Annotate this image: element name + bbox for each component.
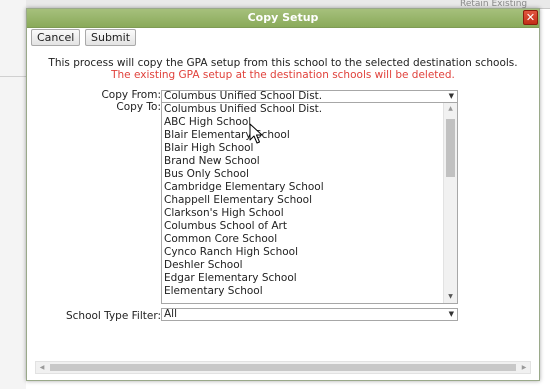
submit-button[interactable]: Submit — [85, 29, 137, 46]
list-item[interactable]: Blair Elementary School — [164, 129, 290, 142]
list-item[interactable]: Brand New School — [164, 155, 260, 168]
description-text: This process will copy the GPA setup fro… — [48, 57, 518, 69]
horizontal-scrollbar-thumb[interactable] — [50, 364, 516, 371]
list-item[interactable]: Edgar Elementary School — [164, 272, 297, 285]
copy-from-value: Columbus Unified School Dist. — [164, 90, 323, 102]
scroll-up-arrow-icon[interactable]: ▲ — [444, 103, 457, 115]
listbox-scrollbar[interactable]: ▲ ▼ — [443, 103, 457, 303]
list-item[interactable]: Clarkson's High School — [164, 207, 284, 220]
list-item[interactable]: Columbus Unified School Dist. — [164, 103, 322, 116]
dialog-titlebar[interactable]: Copy Setup ✕ — [27, 9, 539, 28]
list-item[interactable]: Elementary School — [164, 285, 263, 298]
cancel-button[interactable]: Cancel — [31, 29, 81, 46]
list-item[interactable]: Common Core School — [164, 233, 277, 246]
list-item[interactable]: Cambridge Elementary School — [164, 181, 324, 194]
mouse-pointer-icon — [249, 123, 263, 144]
school-type-filter-label: School Type Filter: — [65, 310, 161, 322]
scroll-down-arrow-icon[interactable]: ▼ — [444, 291, 457, 303]
list-item[interactable]: Bus Only School — [164, 168, 249, 181]
background-left-column — [0, 0, 26, 389]
scroll-right-arrow-icon[interactable]: ▶ — [518, 362, 530, 373]
copy-to-listbox[interactable]: Columbus Unified School Dist. ABC High S… — [161, 102, 458, 304]
background-left-divider — [0, 76, 26, 77]
background-ghost-text: Retain Existing — [460, 0, 528, 8]
list-item[interactable]: Cynco Ranch High School — [164, 246, 298, 259]
school-type-filter-value: All — [164, 308, 178, 320]
warning-text: The existing GPA setup at the destinatio… — [111, 69, 455, 81]
list-item[interactable]: ABC High School — [164, 116, 251, 129]
chevron-down-icon: ▼ — [448, 310, 454, 318]
close-icon: ✕ — [525, 11, 536, 24]
dialog-title: Copy Setup — [247, 11, 319, 24]
list-item[interactable]: Deshler School — [164, 259, 243, 272]
school-type-filter-select[interactable]: All ▼ — [161, 308, 458, 321]
chevron-down-icon: ▼ — [448, 92, 454, 100]
dialog-horizontal-scrollbar[interactable]: ◀ ▶ — [35, 361, 531, 374]
scrollbar-thumb[interactable] — [446, 119, 455, 177]
list-item[interactable]: Blair High School — [164, 142, 253, 155]
list-item[interactable]: Chappell Elementary School — [164, 194, 312, 207]
close-button[interactable]: ✕ — [523, 10, 538, 25]
copy-to-label: Copy To: — [116, 101, 161, 113]
scroll-left-arrow-icon[interactable]: ◀ — [36, 362, 48, 373]
list-item[interactable]: Columbus School of Art — [164, 220, 287, 233]
copy-from-label: Copy From: — [101, 89, 161, 101]
copy-setup-dialog: Copy Setup ✕ Cancel Submit This process … — [26, 8, 540, 381]
